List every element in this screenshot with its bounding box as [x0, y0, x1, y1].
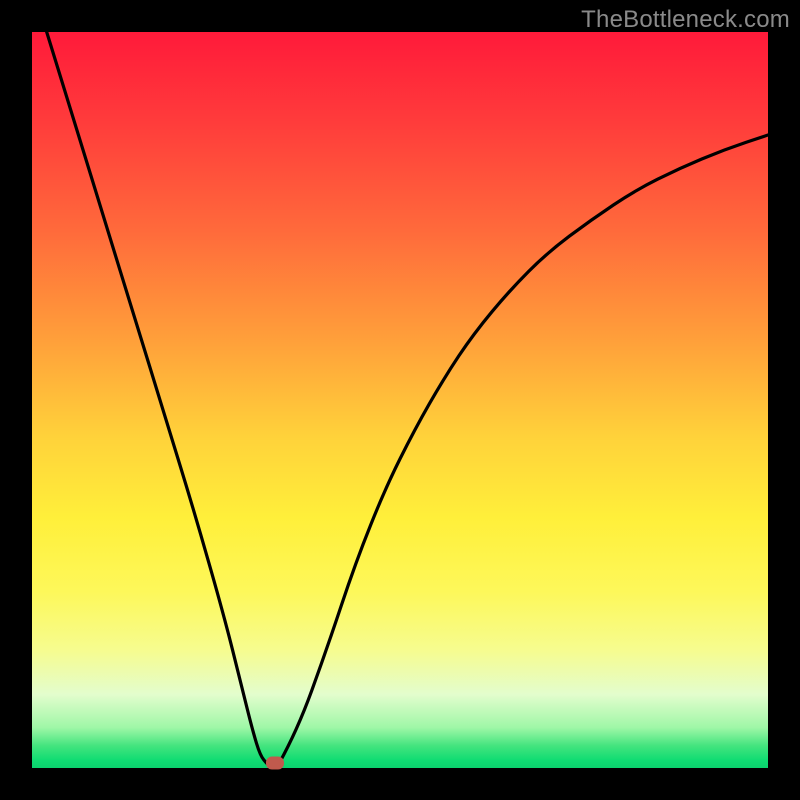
optimum-marker: [266, 756, 284, 769]
curve-svg: [32, 32, 768, 768]
watermark-text: TheBottleneck.com: [581, 6, 790, 34]
curve-left-branch: [47, 32, 268, 764]
plot-area: [32, 32, 768, 768]
curve-right-branch: [279, 135, 768, 764]
chart-frame: TheBottleneck.com: [0, 0, 800, 800]
